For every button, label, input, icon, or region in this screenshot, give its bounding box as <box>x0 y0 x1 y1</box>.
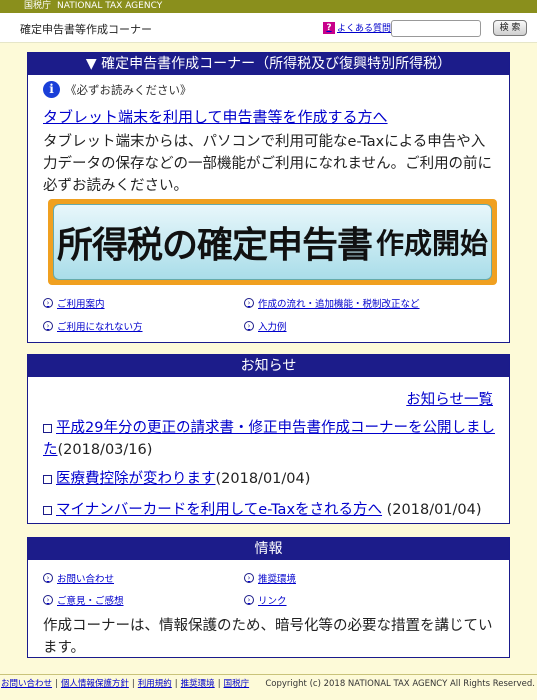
ineligible-link[interactable]: › ご利用になれない方 <box>43 319 143 333</box>
panel-heading: ▼ 確定申告書作成コーナー（所得税及び復興特別所得税） <box>28 53 509 75</box>
divider: | <box>131 679 135 689</box>
link-label: 入力例 <box>258 322 287 333</box>
question-icon: ? <box>323 21 335 34</box>
flow-link[interactable]: › 作成の流れ・追加機能・税制改正など <box>244 296 420 310</box>
arrow-circle-icon: › <box>244 298 254 308</box>
tablet-notice-text: タブレット端末からは、パソコンで利用可能なe-Taxによる申告や入力データの保存… <box>43 134 493 194</box>
link-label: 作成の流れ・追加機能・税制改正など <box>258 299 420 310</box>
header: 確定申告書等作成コーナー ? よくある質問 検 索 <box>0 13 537 43</box>
search-button[interactable]: 検 索 <box>493 20 527 36</box>
link-label: お問い合わせ <box>57 574 115 585</box>
feedback-link[interactable]: › ご意見・ご感想 <box>43 593 124 607</box>
news-link[interactable]: 医療費控除が変わります <box>56 471 216 487</box>
link-label: 推奨環境 <box>258 574 297 585</box>
links-link[interactable]: › リンク <box>244 593 287 607</box>
news-date: (2018/03/16) <box>57 442 153 458</box>
link-label: ご意見・ご感想 <box>57 596 124 607</box>
notice-label: 《必ずお読みください》 <box>65 82 192 97</box>
arrow-circle-icon: › <box>43 298 53 308</box>
information-panel: 情報 › お問い合わせ › 推奨環境 › ご意見・ご感想 › リンク 作成コーナーは、情… <box>27 537 510 658</box>
arrow-circle-icon: › <box>244 321 254 331</box>
search-input[interactable] <box>391 20 481 37</box>
top-bar: 国税庁 NATIONAL TAX AGENCY <box>0 0 537 13</box>
arrow-circle-icon: › <box>43 321 53 331</box>
footer-link-privacy[interactable]: 個人情報保護方針 <box>61 679 129 689</box>
security-notice-text: 作成コーナーは、情報保護のため、暗号化等の必要な措置を講じています。 <box>43 618 493 656</box>
info-icon: i <box>43 81 60 98</box>
news-date: (2018/01/04) <box>382 502 482 518</box>
footer-link-terms[interactable]: 利用規約 <box>138 679 172 689</box>
bullet-icon <box>43 474 52 484</box>
footer: お問い合わせ | 個人情報保護方針 | 利用規約 | 推奨環境 | 国税庁 Copyright … <box>0 674 537 694</box>
contact-link[interactable]: › お問い合わせ <box>43 571 114 585</box>
agency-name-jp: 国税庁 <box>24 1 52 11</box>
footer-links: お問い合わせ | 個人情報保護方針 | 利用規約 | 推奨環境 | 国税庁 <box>1 675 249 693</box>
link-label: ご利用案内 <box>57 299 105 310</box>
start-button-main-label: 所得税の確定申告書 <box>56 225 373 266</box>
panel-heading: 情報 <box>28 538 509 560</box>
news-list-link[interactable]: お知らせ一覧 <box>406 388 493 409</box>
footer-link-contact[interactable]: お問い合わせ <box>1 679 52 689</box>
divider: | <box>55 679 58 689</box>
list-item: 平成29年分の更正の請求書・修正申告書作成コーナーを公開しました(2018/03… <box>43 417 503 461</box>
footer-link-environment[interactable]: 推奨環境 <box>181 679 215 689</box>
divider: | <box>174 679 178 689</box>
bullet-icon <box>43 423 52 433</box>
news-link[interactable]: マイナンバーカードを利用してe-Taxをされる方へ <box>56 502 382 518</box>
notice-line: i 《必ずお読みください》 <box>43 81 192 98</box>
tax-return-panel: ▼ 確定申告書作成コーナー（所得税及び復興特別所得税） i 《必ずお読みください… <box>27 52 510 343</box>
link-label: ご利用になれない方 <box>57 322 143 333</box>
arrow-circle-icon: › <box>244 573 254 583</box>
start-button-sub-label: 作成開始 <box>376 227 489 260</box>
link-label: リンク <box>258 596 287 607</box>
footer-link-nta[interactable]: 国税庁 <box>224 679 250 689</box>
arrow-circle-icon: › <box>43 573 53 583</box>
recommended-env-link[interactable]: › 推奨環境 <box>244 571 296 585</box>
list-item: マイナンバーカードを利用してe-Taxをされる方へ (2018/01/04) <box>43 499 503 521</box>
faq-label: よくある質問 <box>337 24 392 34</box>
page-title: 確定申告書等作成コーナー <box>20 23 152 36</box>
copyright: Copyright (c) 2018 NATIONAL TAX AGENCY A… <box>265 679 535 689</box>
news-panel: お知らせ お知らせ一覧 平成29年分の更正の請求書・修正申告書作成コーナーを公開… <box>27 354 510 524</box>
guide-link[interactable]: › ご利用案内 <box>43 296 105 310</box>
arrow-circle-icon: › <box>244 595 254 605</box>
agency-name-en: NATIONAL TAX AGENCY <box>57 1 163 11</box>
panel-heading: お知らせ <box>28 355 509 377</box>
input-example-link[interactable]: › 入力例 <box>244 319 287 333</box>
faq-link[interactable]: ? よくある質問 <box>323 21 391 34</box>
bullet-icon <box>43 505 52 515</box>
start-button-face: 所得税の確定申告書 作成開始 <box>53 204 492 280</box>
divider: | <box>217 679 221 689</box>
tablet-users-link[interactable]: タブレット端末を利用して申告書等を作成する方へ <box>43 106 388 127</box>
start-tax-return-button[interactable]: 所得税の確定申告書 作成開始 <box>48 199 497 285</box>
news-date: (2018/01/04) <box>215 471 311 487</box>
arrow-circle-icon: › <box>43 595 53 605</box>
list-item: 医療費控除が変わります(2018/01/04) <box>43 468 503 490</box>
